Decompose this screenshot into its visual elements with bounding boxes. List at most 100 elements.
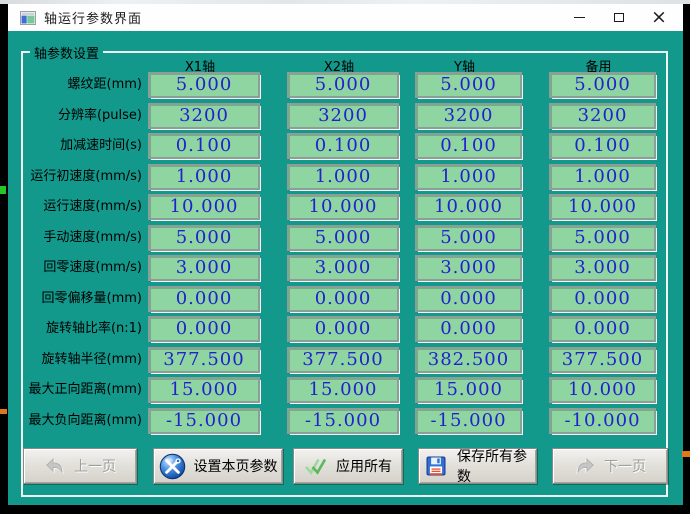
- table-row: 旋转轴比率(n:1) 0.000 0.000 0.000 0.000: [23, 316, 666, 342]
- value-field[interactable]: 0.100: [415, 133, 522, 159]
- value-field[interactable]: 0.000: [287, 285, 399, 312]
- value-field[interactable]: 15.000: [287, 377, 399, 403]
- value-field[interactable]: 0.100: [148, 133, 260, 159]
- desktop-artifact: [682, 451, 690, 457]
- row-label: 螺纹距(mm): [67, 77, 142, 92]
- table-row: 回零偏移量(mm) 0.000 0.000 0.000 0.000: [23, 285, 666, 312]
- value-field[interactable]: 3200: [287, 102, 399, 129]
- table-row: 运行初速度(mm/s) 1.000 1.000 1.000 1.000: [23, 163, 666, 190]
- value-field[interactable]: 0.000: [287, 316, 399, 342]
- button-label: 应用所有: [336, 459, 392, 475]
- maximize-button[interactable]: [599, 4, 639, 31]
- value-field[interactable]: 0.100: [549, 133, 656, 159]
- row-label: 运行初速度(mm/s): [30, 168, 142, 184]
- window-titlebar[interactable]: 轴运行参数界面 ×: [8, 4, 683, 31]
- next-page-button[interactable]: 下一页: [552, 448, 668, 484]
- close-icon: ×: [651, 6, 667, 28]
- row-label: 加减速时间(s): [60, 138, 142, 153]
- value-field[interactable]: 10.000: [549, 377, 656, 403]
- table-row: 旋转轴半径(mm) 377.500 377.500 382.500 377.500: [23, 346, 666, 373]
- double-check-icon: [305, 458, 327, 475]
- value-field[interactable]: 3.000: [287, 255, 399, 281]
- button-label: 设置本页参数: [193, 459, 278, 475]
- value-field[interactable]: 10.000: [415, 194, 522, 220]
- table-row: 回零速度(mm/s) 3.000 3.000 3.000 3.000: [23, 255, 666, 281]
- desktop-artifact: [0, 409, 7, 414]
- value-field[interactable]: 5.000: [148, 224, 260, 251]
- window-title: 轴运行参数界面: [44, 12, 143, 27]
- value-field[interactable]: 3200: [148, 102, 260, 129]
- value-field[interactable]: -15.000: [415, 407, 522, 434]
- value-field[interactable]: 5.000: [549, 224, 656, 251]
- table-row: 分辨率(pulse) 3200 3200 3200 3200: [23, 102, 666, 129]
- row-label: 最大负向距离(mm): [28, 412, 142, 428]
- value-field[interactable]: 1.000: [415, 163, 522, 190]
- value-field[interactable]: 5.000: [549, 72, 656, 98]
- value-field[interactable]: 377.500: [148, 346, 260, 373]
- floppy-disk-icon: [426, 456, 446, 476]
- value-field[interactable]: 1.000: [287, 163, 399, 190]
- row-label: 旋转轴比率(n:1): [45, 321, 142, 336]
- row-label: 手动速度(mm/s): [43, 229, 142, 245]
- redo-arrow-icon: [577, 458, 594, 474]
- value-field[interactable]: 15.000: [415, 377, 522, 403]
- minimize-icon: [573, 17, 585, 18]
- value-field[interactable]: 1.000: [148, 163, 260, 190]
- value-field[interactable]: -10.000: [549, 407, 656, 434]
- value-field[interactable]: 3.000: [148, 255, 260, 281]
- value-field[interactable]: 377.500: [287, 346, 399, 373]
- maximize-icon: [614, 13, 624, 22]
- window-controls: ×: [559, 4, 679, 31]
- value-field[interactable]: 5.000: [415, 72, 522, 98]
- value-field[interactable]: 0.000: [549, 285, 656, 312]
- minimize-button[interactable]: [559, 4, 599, 31]
- row-label: 旋转轴半径(mm): [41, 351, 142, 367]
- value-field[interactable]: 0.000: [148, 285, 260, 312]
- table-row: 加减速时间(s) 0.100 0.100 0.100 0.100: [23, 133, 666, 159]
- param-rows: 螺纹距(mm) 5.000 5.000 5.000 5.000 分辨率(pulse) 320…: [23, 72, 666, 438]
- desktop-artifact: [0, 186, 6, 194]
- value-field[interactable]: 0.000: [148, 316, 260, 342]
- value-field[interactable]: 3.000: [415, 255, 522, 281]
- value-field[interactable]: 382.500: [415, 346, 522, 373]
- value-field[interactable]: 0.000: [415, 285, 522, 312]
- table-row: 手动速度(mm/s) 5.000 5.000 5.000 5.000: [23, 224, 666, 251]
- client-area: 轴参数设置 X1轴 X2轴 Y轴 备用 螺纹距(mm) 5.000 5.000 5.0…: [8, 31, 683, 505]
- row-label: 分辨率(pulse): [57, 107, 142, 123]
- save-all-params-button[interactable]: 保存所有参数: [418, 448, 537, 485]
- row-label: 回零速度(mm/s): [43, 260, 142, 275]
- column-headers: X1轴 X2轴 Y轴 备用: [23, 56, 666, 75]
- value-field[interactable]: -15.000: [287, 407, 399, 434]
- tools-icon: [159, 453, 185, 479]
- row-label: 运行速度(mm/s): [43, 199, 142, 214]
- value-field[interactable]: 5.000: [148, 72, 260, 98]
- value-field[interactable]: 0.000: [549, 316, 656, 342]
- value-field[interactable]: 5.000: [287, 224, 399, 251]
- value-field[interactable]: 5.000: [415, 224, 522, 251]
- value-field[interactable]: 1.000: [549, 163, 656, 190]
- axis-params-groupbox: 轴参数设置 X1轴 X2轴 Y轴 备用 螺纹距(mm) 5.000 5.000 5.0…: [21, 43, 668, 497]
- value-field[interactable]: 377.500: [549, 346, 656, 373]
- previous-page-button[interactable]: 上一页: [23, 448, 137, 484]
- value-field[interactable]: 10.000: [148, 194, 260, 220]
- value-field[interactable]: 5.000: [287, 72, 399, 98]
- value-field[interactable]: 10.000: [287, 194, 399, 220]
- value-field[interactable]: 3200: [415, 102, 522, 129]
- value-field[interactable]: 3200: [549, 102, 656, 129]
- apply-all-button[interactable]: 应用所有: [293, 448, 403, 484]
- set-page-params-button[interactable]: 设置本页参数: [153, 448, 283, 484]
- value-field[interactable]: 10.000: [549, 194, 656, 220]
- value-field[interactable]: 0.100: [287, 133, 399, 159]
- value-field[interactable]: 15.000: [148, 377, 260, 403]
- value-field[interactable]: -15.000: [148, 407, 260, 434]
- undo-arrow-icon: [46, 458, 63, 474]
- table-row: 最大正向距离(mm) 15.000 15.000 15.000 10.000: [23, 377, 666, 403]
- table-row: 运行速度(mm/s) 10.000 10.000 10.000 10.000: [23, 194, 666, 220]
- value-field[interactable]: 3.000: [549, 255, 656, 281]
- close-button[interactable]: ×: [639, 4, 679, 31]
- row-label: 回零偏移量(mm): [41, 290, 142, 306]
- button-label: 下一页: [604, 459, 646, 475]
- value-field[interactable]: 0.000: [415, 316, 522, 342]
- app-icon: [20, 10, 36, 25]
- row-label: 最大正向距离(mm): [28, 382, 142, 397]
